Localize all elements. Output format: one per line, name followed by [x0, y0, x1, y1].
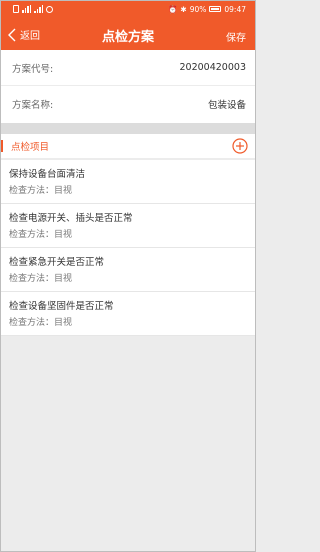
section-title-label: 点检项目 [11, 142, 50, 153]
list-item[interactable]: 保持设备台面清洁 检查方法：目视 [0, 160, 256, 204]
battery-icon [209, 6, 222, 12]
back-label: 返回 [20, 31, 40, 42]
nav-bar: 返回 点检方案 保存 [0, 20, 256, 50]
add-item-button[interactable] [232, 138, 248, 154]
section-accent-bar [0, 140, 3, 152]
section-divider [0, 123, 256, 134]
plan-form: 方案代号: 20200420003 方案名称: 包装设备 [0, 50, 256, 123]
status-right: ⏰ ✱ 90% 09:47 [168, 5, 246, 14]
item-method: 检查方法：目视 [9, 230, 73, 240]
plan-name-value[interactable]: 包装设备 [208, 97, 246, 111]
inspection-items-header: 点检项目 [0, 134, 256, 159]
chevron-left-icon [8, 28, 16, 41]
plan-code-label: 方案代号: [12, 63, 54, 75]
item-name: 检查电源开关、插头是否正常 [9, 213, 133, 224]
alarm-icon: ⏰ [168, 4, 178, 14]
plan-name-label: 方案名称: [12, 100, 54, 111]
item-name: 保持设备台面清洁 [9, 169, 86, 180]
section-title: 点检项目 [0, 139, 49, 153]
item-method: 检查方法：目视 [9, 318, 73, 328]
plan-name-row[interactable]: 方案名称: 包装设备 [0, 86, 256, 122]
plan-code-value[interactable]: 20200420003 [180, 62, 247, 73]
bluetooth-icon: ✱ [180, 4, 187, 14]
signal-icon [22, 5, 31, 13]
list-item[interactable]: 检查紧急开关是否正常 检查方法：目视 [0, 248, 256, 292]
sim-icon [13, 5, 19, 13]
status-bar: ⏰ ✱ 90% 09:47 [0, 0, 256, 18]
notification-icon [46, 5, 53, 13]
back-button[interactable]: 返回 [8, 27, 40, 42]
item-method: 检查方法：目视 [9, 274, 73, 284]
battery-percent: 90% [189, 4, 207, 14]
list-item[interactable]: 检查电源开关、插头是否正常 检查方法：目视 [0, 204, 256, 248]
wifi-icon [34, 5, 43, 13]
list-item[interactable]: 检查设备坚固件是否正常 检查方法：目视 [0, 292, 256, 336]
clock-time: 09:47 [224, 4, 246, 14]
save-button[interactable]: 保存 [226, 29, 246, 44]
item-name: 检查紧急开关是否正常 [9, 257, 105, 268]
status-left [13, 5, 53, 13]
inspection-item-list: 保持设备台面清洁 检查方法：目视 检查电源开关、插头是否正常 检查方法：目视 检… [0, 160, 256, 336]
item-name: 检查设备坚固件是否正常 [9, 301, 114, 312]
plus-circle-icon [232, 138, 248, 154]
item-method: 检查方法：目视 [9, 186, 73, 196]
app-header: ⏰ ✱ 90% 09:47 返回 点检方案 保存 [0, 0, 256, 50]
plan-code-row[interactable]: 方案代号: 20200420003 [0, 50, 256, 86]
